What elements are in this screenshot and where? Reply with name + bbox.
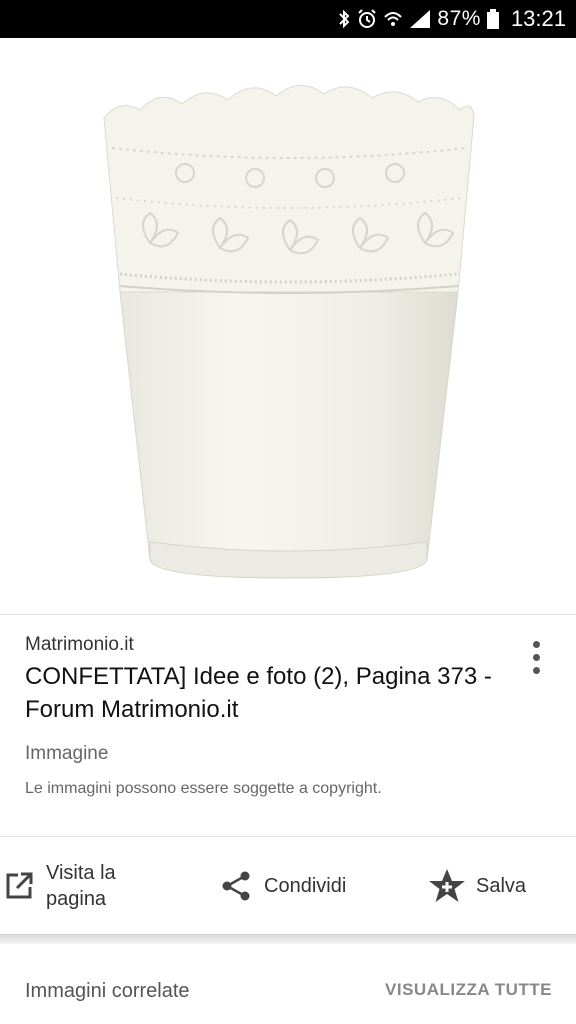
action-bar: Visita la pagina Condividi Salva <box>0 838 576 934</box>
share-button[interactable]: Condividi <box>220 838 380 934</box>
divider-actions <box>0 836 576 837</box>
view-all-button[interactable]: VISUALIZZA TUTTE <box>385 980 552 1000</box>
divider-top <box>0 614 576 615</box>
related-images-title: Immagini correlate <box>25 980 190 1002</box>
bluetooth-icon <box>337 8 351 30</box>
alarm-icon <box>357 8 377 30</box>
battery-icon <box>486 8 499 30</box>
share-icon <box>220 870 252 902</box>
visit-page-button[interactable]: Visita la pagina <box>4 838 164 934</box>
lace-pot-icon <box>103 85 475 579</box>
result-type: Immagine <box>25 743 109 764</box>
result-image[interactable] <box>0 38 576 614</box>
open-external-icon <box>4 871 34 901</box>
visit-label-line2: pagina <box>46 888 107 910</box>
related-images-section: Immagini correlate VISUALIZZA TUTTE <box>0 944 576 1024</box>
signal-icon <box>409 8 431 30</box>
result-source[interactable]: Matrimonio.it <box>25 632 515 658</box>
result-title[interactable]: CONFETTATA] Idee e foto (2), Pagina 373 … <box>25 660 515 726</box>
wifi-icon <box>383 8 403 30</box>
clock: 13:21 <box>510 6 566 31</box>
battery-percent: 87% <box>437 7 481 30</box>
copyright-notice: Le immagini possono essere soggette a co… <box>25 780 382 797</box>
star-icon <box>428 868 466 904</box>
visit-label-line1: Visita la <box>46 862 116 884</box>
more-options-icon[interactable] <box>520 636 552 678</box>
status-bar: 87% 13:21 <box>0 0 576 38</box>
save-label: Salva <box>476 875 527 897</box>
save-button[interactable]: Salva <box>428 838 568 934</box>
share-label: Condividi <box>264 875 347 897</box>
result-info: Matrimonio.it CONFETTATA] Idee e foto (2… <box>25 632 515 800</box>
section-separator <box>0 934 576 944</box>
